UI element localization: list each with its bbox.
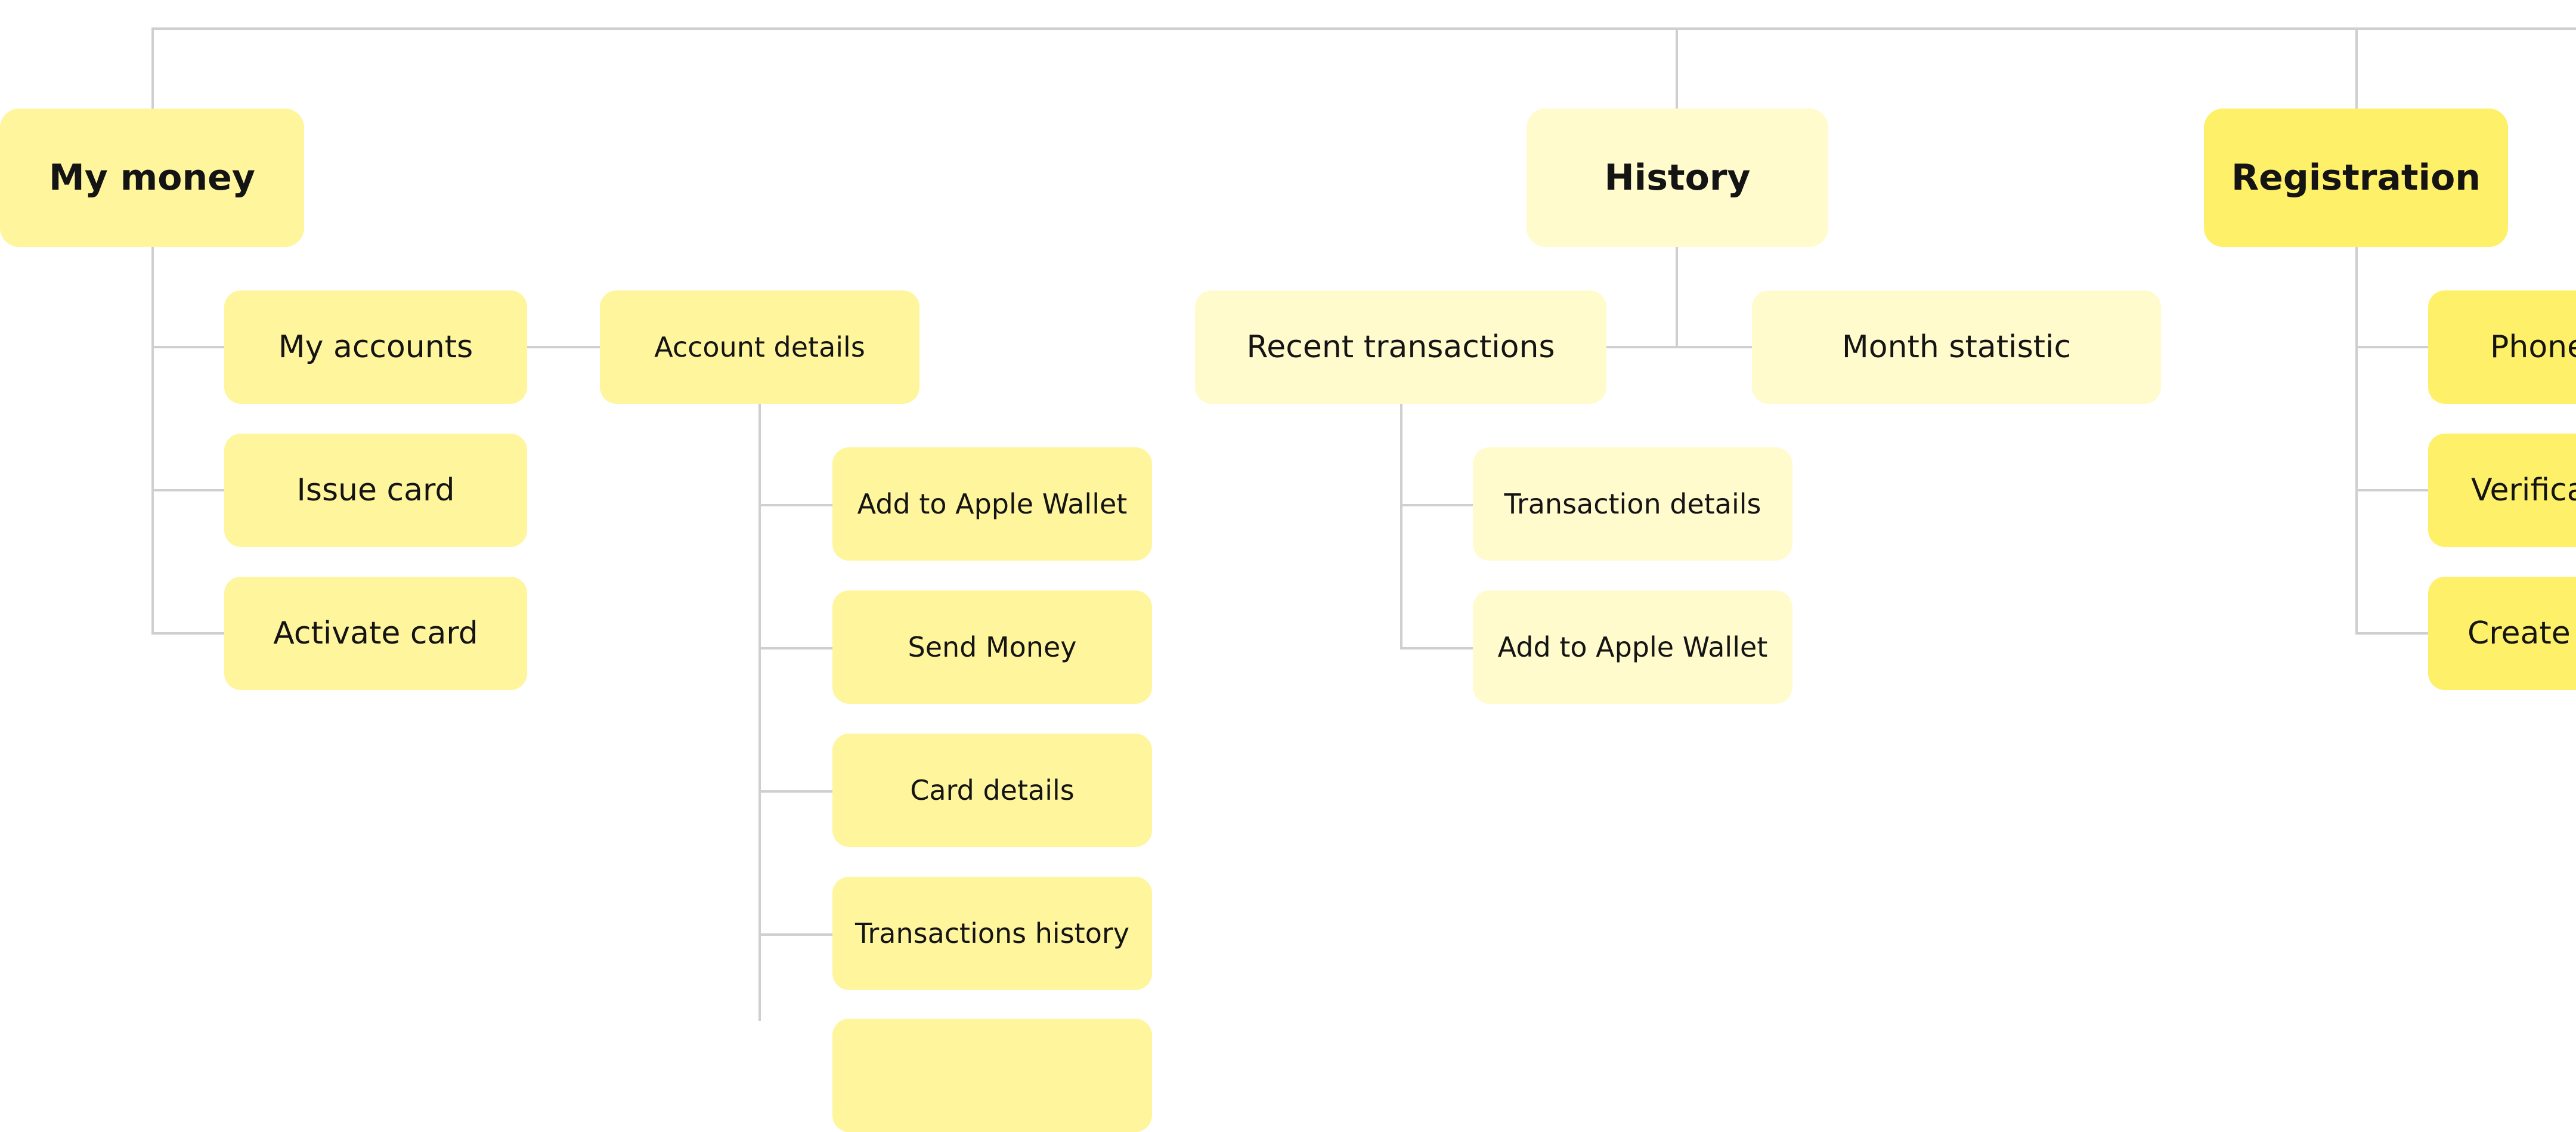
node-label: My accounts bbox=[278, 329, 473, 365]
node-label: Account details bbox=[654, 331, 865, 363]
node-my-money[interactable]: My money bbox=[0, 109, 304, 247]
node-label: Transaction details bbox=[1504, 488, 1761, 520]
node-add-to-apple-wallet[interactable]: Add to Apple Wallet bbox=[832, 447, 1152, 561]
connector bbox=[758, 647, 832, 649]
node-activate-card[interactable]: Activate card bbox=[224, 577, 527, 690]
node-recent-transactions[interactable]: Recent transactions bbox=[1195, 290, 1606, 404]
node-month-statistic[interactable]: Month statistic bbox=[1752, 290, 2161, 404]
node-label: Recent transactions bbox=[1246, 329, 1555, 365]
connector bbox=[2355, 346, 2428, 348]
node-partial[interactable] bbox=[832, 1019, 1152, 1132]
node-label: Activate card bbox=[273, 616, 478, 651]
node-label: Send Money bbox=[908, 631, 1077, 663]
connector bbox=[758, 933, 832, 936]
node-issue-card[interactable]: Issue card bbox=[224, 434, 527, 547]
node-account-details[interactable]: Account details bbox=[600, 290, 919, 404]
connector bbox=[1676, 27, 1678, 109]
node-label: Card details bbox=[910, 774, 1075, 806]
connector bbox=[1400, 647, 1473, 649]
connector bbox=[151, 489, 224, 491]
top-connector bbox=[151, 27, 2576, 30]
node-transaction-details[interactable]: Transaction details bbox=[1473, 447, 1792, 561]
connector bbox=[2355, 27, 2358, 109]
connector bbox=[151, 346, 224, 348]
node-phone[interactable]: Phone bbox=[2428, 290, 2576, 404]
node-label: Add to Apple Wallet bbox=[857, 488, 1128, 520]
connector bbox=[151, 27, 154, 109]
node-send-money[interactable]: Send Money bbox=[832, 590, 1152, 704]
connector bbox=[758, 790, 832, 793]
node-verification[interactable]: Verifica bbox=[2428, 434, 2576, 547]
node-history[interactable]: History bbox=[1527, 109, 1828, 247]
node-registration[interactable]: Registration bbox=[2204, 109, 2508, 247]
node-label: Issue card bbox=[296, 472, 455, 508]
node-label: Phone bbox=[2490, 329, 2576, 365]
node-label: Month statistic bbox=[1841, 329, 2072, 365]
node-transactions-history[interactable]: Transactions history bbox=[832, 877, 1152, 990]
connector bbox=[1676, 247, 1678, 348]
connector bbox=[1400, 504, 1473, 506]
connector bbox=[2355, 632, 2428, 635]
connector bbox=[1606, 346, 1752, 348]
node-label: My money bbox=[49, 157, 255, 199]
connector bbox=[2355, 247, 2358, 635]
node-label: Registration bbox=[2231, 157, 2481, 199]
node-my-accounts[interactable]: My accounts bbox=[224, 290, 527, 404]
node-label: Add to Apple Wallet bbox=[1497, 631, 1768, 663]
node-label: Verifica bbox=[2471, 472, 2576, 508]
connector bbox=[151, 247, 154, 635]
connector bbox=[758, 404, 761, 1021]
connector bbox=[2355, 489, 2428, 491]
connector bbox=[758, 504, 832, 506]
connector bbox=[151, 632, 224, 635]
connector bbox=[527, 346, 600, 348]
node-label: History bbox=[1604, 157, 1751, 199]
node-add-to-apple-wallet[interactable]: Add to Apple Wallet bbox=[1473, 590, 1792, 704]
node-card-details[interactable]: Card details bbox=[832, 734, 1152, 847]
node-label: Create bbox=[2467, 616, 2571, 651]
node-label: Transactions history bbox=[855, 917, 1129, 949]
node-create[interactable]: Create bbox=[2428, 577, 2576, 690]
connector bbox=[1400, 404, 1402, 648]
